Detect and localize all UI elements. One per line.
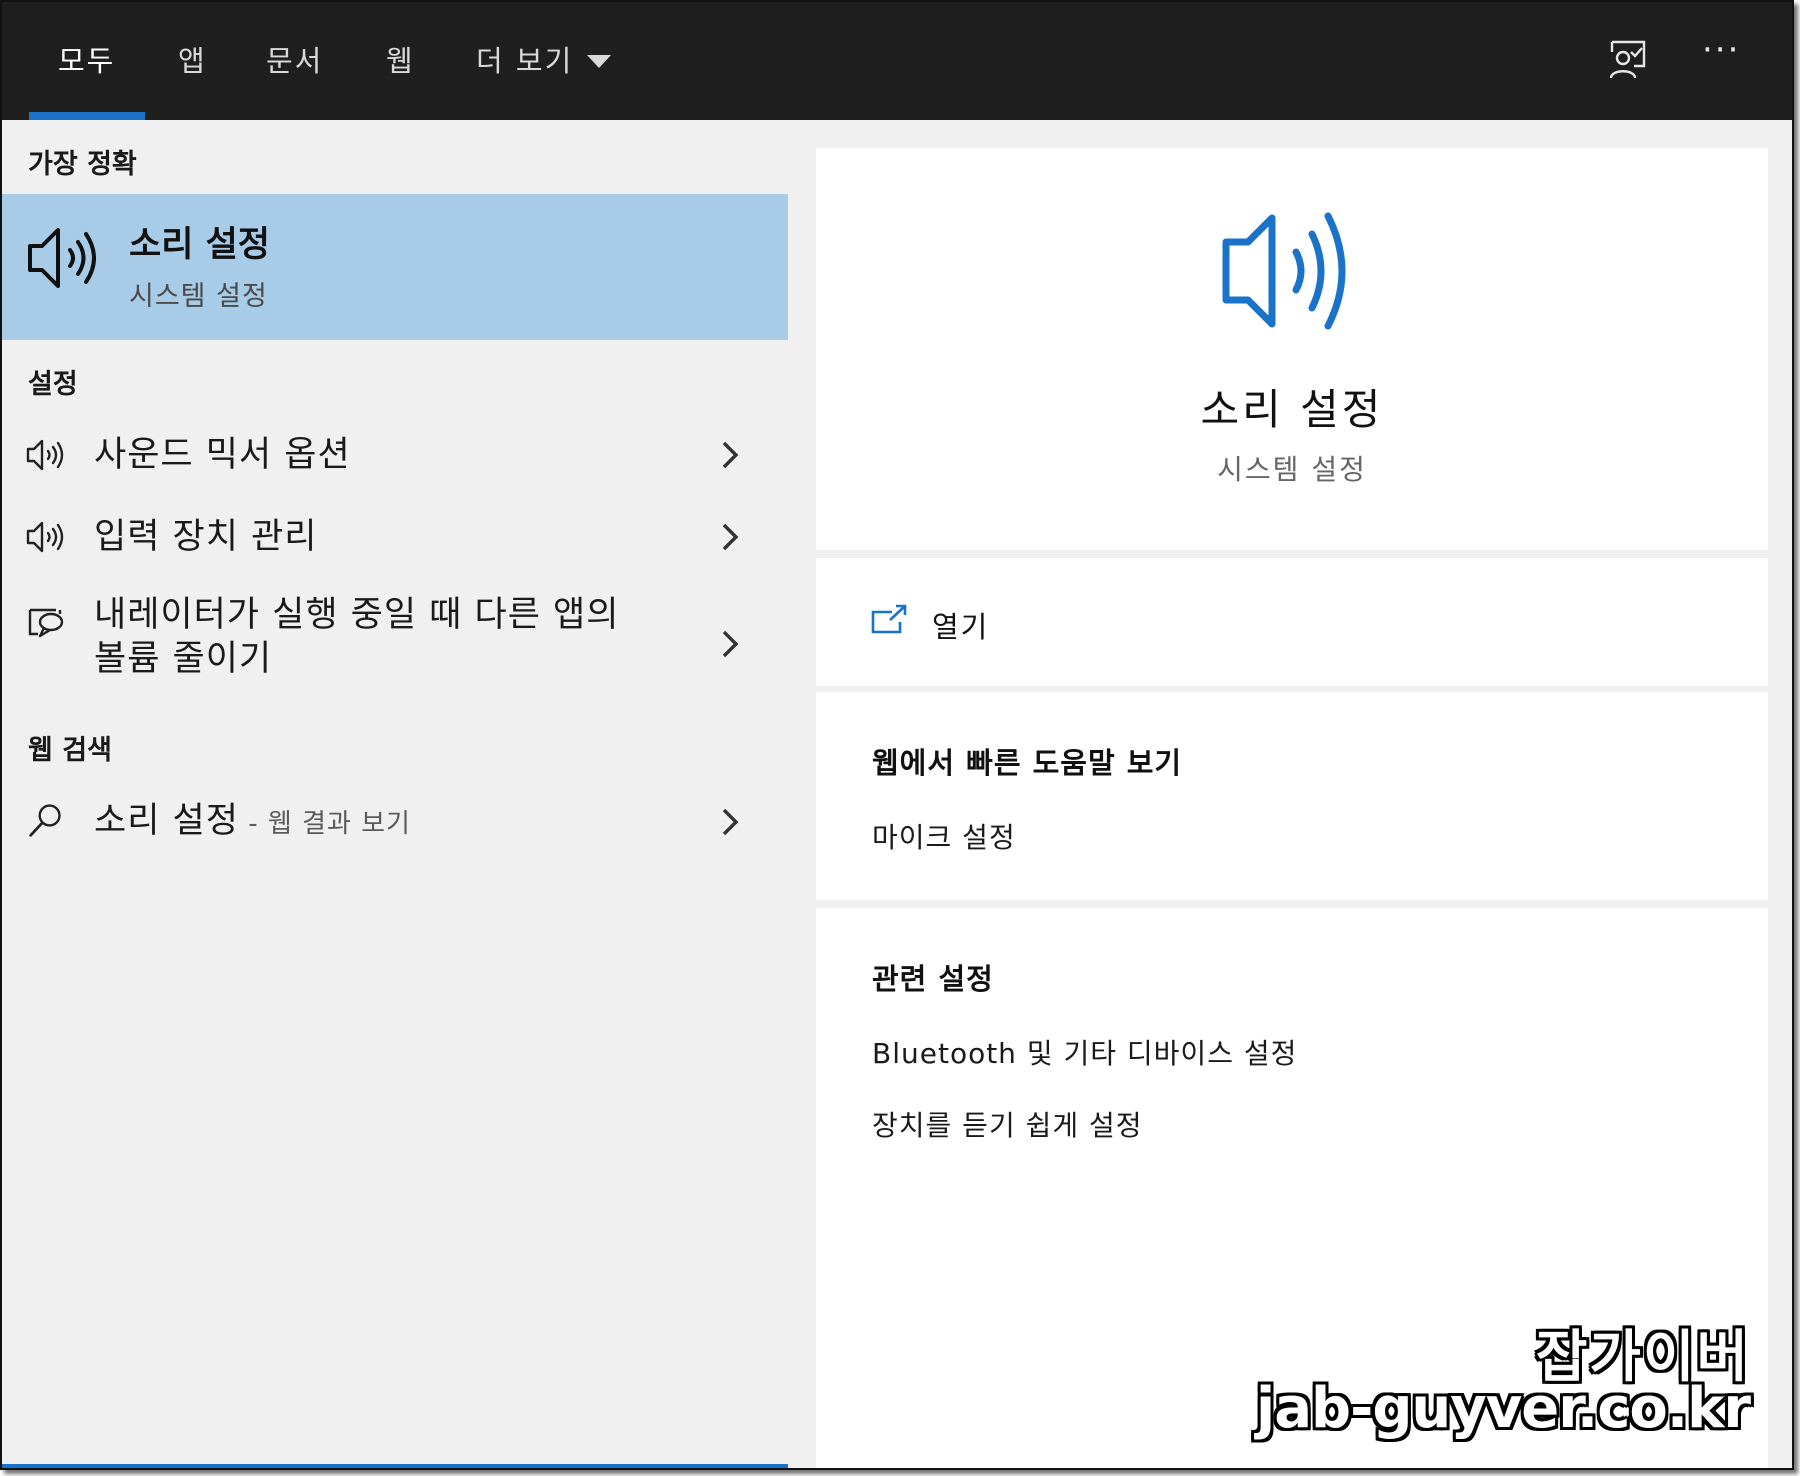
speaker-icon [26, 521, 64, 553]
speaker-icon [1222, 212, 1346, 330]
results-panel: 가장 정확 소리 설정 시스템 설정 설정 사운드 믹서 옵션 입력 장치 관리… [2, 120, 788, 1468]
settings-item-sound-mixer[interactable]: 사운드 믹서 옵션 [2, 420, 788, 490]
preview-subtitle: 시스템 설정 [1217, 453, 1367, 486]
tab-apps[interactable]: 앱 [178, 38, 207, 80]
settings-item-narrator-volume[interactable]: 내레이터가 실행 중일 때 다른 앱의 볼륨 줄이기 [2, 586, 788, 696]
open-label: 열기 [932, 610, 990, 644]
web-search-label: 소리 설정 - 웹 결과 보기 [94, 798, 411, 847]
chevron-right-icon[interactable] [718, 804, 742, 840]
narrator-icon [28, 608, 64, 638]
top-bar: 모두 앱 문서 웹 더 보기 ··· [2, 2, 1792, 120]
tab-all[interactable]: 모두 [58, 38, 115, 80]
settings-item-label: 사운드 믹서 옵션 [94, 435, 351, 475]
settings-header: 설정 [28, 369, 78, 400]
speaker-icon [26, 439, 64, 471]
related-link-bluetooth[interactable]: Bluetooth 및 기타 디바이스 설정 [872, 1032, 1297, 1072]
tab-more[interactable]: 더 보기 [476, 38, 612, 80]
web-search-query: 소리 설정 [94, 801, 239, 841]
caret-down-icon [587, 54, 612, 68]
best-match-subtitle: 시스템 설정 [129, 281, 268, 312]
web-help-link[interactable]: 마이크 설정 [872, 816, 1016, 856]
settings-item-label-line1: 내레이터가 실행 중일 때 다른 앱의 [94, 595, 620, 635]
feedback-icon[interactable] [1606, 38, 1650, 82]
tab-web[interactable]: 웹 [386, 38, 415, 80]
preview-hero-card: 소리 설정 시스템 설정 [816, 148, 1768, 550]
active-tab-indicator [29, 112, 145, 120]
more-options-icon[interactable]: ··· [1702, 30, 1740, 70]
open-action-card: 열기 [816, 558, 1768, 686]
best-match-item[interactable]: 소리 설정 시스템 설정 [2, 194, 788, 340]
web-search-header: 웹 검색 [28, 735, 112, 766]
open-external-icon [871, 604, 907, 634]
tab-documents[interactable]: 문서 [266, 38, 323, 80]
watermark-url: jab-guyver.co.kr [1256, 1376, 1751, 1441]
best-match-title: 소리 설정 [129, 225, 270, 265]
settings-item-input-devices[interactable]: 입력 장치 관리 [2, 502, 788, 572]
web-search-suffix: - 웹 결과 보기 [238, 809, 411, 839]
results-bottom-accent [2, 1464, 788, 1468]
settings-item-label-line2: 볼륨 줄이기 [94, 639, 273, 679]
search-window: 모두 앱 문서 웹 더 보기 ··· 가장 정확 소리 설정 시스템 설정 설정… [0, 0, 1794, 1470]
speaker-icon [28, 228, 96, 288]
chevron-right-icon[interactable] [718, 626, 742, 662]
related-link-hearing[interactable]: 장치를 듣기 쉽게 설정 [872, 1104, 1143, 1144]
search-icon [29, 804, 61, 837]
best-match-header: 가장 정확 [28, 149, 137, 180]
chevron-right-icon[interactable] [718, 437, 742, 473]
web-help-card: 웹에서 빠른 도움말 보기 마이크 설정 [816, 692, 1768, 900]
chevron-right-icon[interactable] [718, 519, 742, 555]
related-settings-header: 관련 설정 [872, 962, 994, 996]
web-help-header: 웹에서 빠른 도움말 보기 [872, 746, 1183, 780]
tab-more-label: 더 보기 [476, 44, 574, 78]
web-search-item[interactable]: 소리 설정 - 웹 결과 보기 [2, 786, 788, 858]
preview-title: 소리 설정 [1200, 385, 1384, 434]
settings-item-label: 입력 장치 관리 [94, 517, 318, 557]
